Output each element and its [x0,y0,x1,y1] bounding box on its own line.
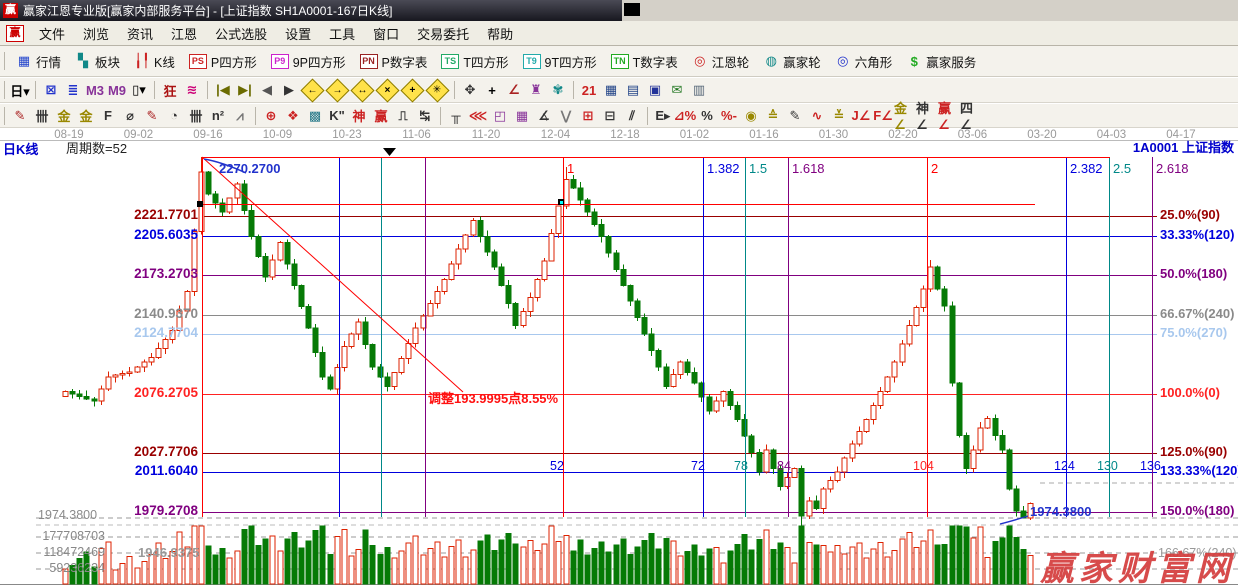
date-tick-08-19: 08-19 [54,129,84,141]
symbol-label: 1A0001 上证指数 [1132,140,1234,155]
cycle-label-136: 136 [1140,459,1161,473]
fib-label-1.618: 1.618 [792,161,825,176]
cycle-label-130: 130 [1097,459,1118,473]
chart-canvas[interactable]: 08-19 09-02 09-16 10-09 10-23 11-06 11-20 12-04… [0,129,1238,588]
application-window: 赢 赢家江恩专业版[赢家内部服务平台] - [上证指数 SH1A0001-167… [0,0,1238,588]
cycle-label-72: 72 [691,459,705,473]
cycle-label-104: 104 [913,459,934,473]
low-price-annotation: 1974.3800 [1030,504,1092,519]
cycle-label-124: 124 [1054,459,1075,473]
date-tick-03-20: 03-20 [1027,129,1057,141]
pct-level-25.0%(90): 25.0%(90) [1160,207,1220,223]
price-level-2011.6040: 2011.6040 [134,463,198,479]
pct-level-75.0%(270): 75.0%(270) [1160,325,1228,341]
fib-label-2.618: 2.618 [1156,161,1189,176]
pct-level-133.33%(120): 133.33%(120) [1160,463,1238,479]
date-tick-04-03: 04-03 [1096,129,1127,141]
date-tick-10-23: 10-23 [332,129,362,141]
peak-price-annotation: 2270.2700 [219,161,281,176]
adjustment-annotation: 调整193.9995点8.55% [428,391,559,406]
price-level-2124.7704: 2124.7704 [134,325,198,341]
price-level-2027.7706: 2027.7706 [134,443,198,459]
gray-price-label: 1946.9375 [138,545,200,560]
fib-label-1.5: 1.5 [749,161,768,176]
date-tick-11-20: 11-20 [471,129,501,141]
volume-tick-59236234: 59236234 [49,561,105,575]
pct-level-66.67%(240): 66.67%(240) [1160,305,1235,321]
cycle-label-52: 52 [550,459,564,473]
date-tick-12-18: 12-18 [610,129,640,141]
price-level-1979.2708: 1979.2708 [134,502,198,518]
low-price-left-label: 1974.3800 [38,508,98,522]
pct-level-125.0%(90): 125.0%(90) [1160,443,1228,459]
fib-label-2.5: 2.5 [1113,161,1132,176]
pct-level-150.0%(180): 150.0%(180) [1160,502,1235,518]
cycle-label-84: 84 [777,459,791,473]
date-tick-01-16: 01-16 [749,129,779,141]
pct-level-50.0%(180): 50.0%(180) [1160,266,1228,282]
date-tick-09-16: 09-16 [193,129,223,141]
chart-mode-label[interactable]: 日K线 [3,142,38,157]
fib-label-1.382: 1.382 [707,161,740,176]
date-tick-02-20: 02-20 [888,129,918,141]
volume-tick-177708703: 177708703 [42,529,105,543]
date-tick-03-06: 03-06 [957,129,988,141]
fib-label-1: 1 [567,161,575,176]
price-level-2140.9370: 2140.9370 [134,305,198,321]
date-tick-12-04: 12-04 [540,129,571,141]
pct-level-100.0%(0): 100.0%(0) [1160,384,1220,400]
watermark: 赢家财富网 [1040,550,1235,588]
candlestick-chart[interactable] [0,0,1238,588]
fib-label-2: 2 [931,161,939,176]
volume-tick-118472469: 118472469 [43,545,105,559]
cycle-label-78: 78 [734,459,748,473]
price-level-2221.7701: 2221.7701 [134,207,198,223]
date-tick-11-06: 11-06 [402,129,431,141]
price-level-2205.6035: 2205.6035 [134,226,198,242]
price-level-2173.2703: 2173.2703 [134,266,198,282]
fib-label-2.382: 2.382 [1070,161,1103,176]
pct-level-33.33%(120): 33.33%(120) [1160,226,1235,242]
price-level-2076.2705: 2076.2705 [134,384,198,400]
date-tick-01-30: 01-30 [818,129,849,141]
cycle-count-label: 周期数=52 [66,141,128,156]
date-tick-10-09: 10-09 [262,129,293,141]
date-tick-09-02: 09-02 [123,129,154,141]
date-tick-01-02: 01-02 [679,129,710,141]
